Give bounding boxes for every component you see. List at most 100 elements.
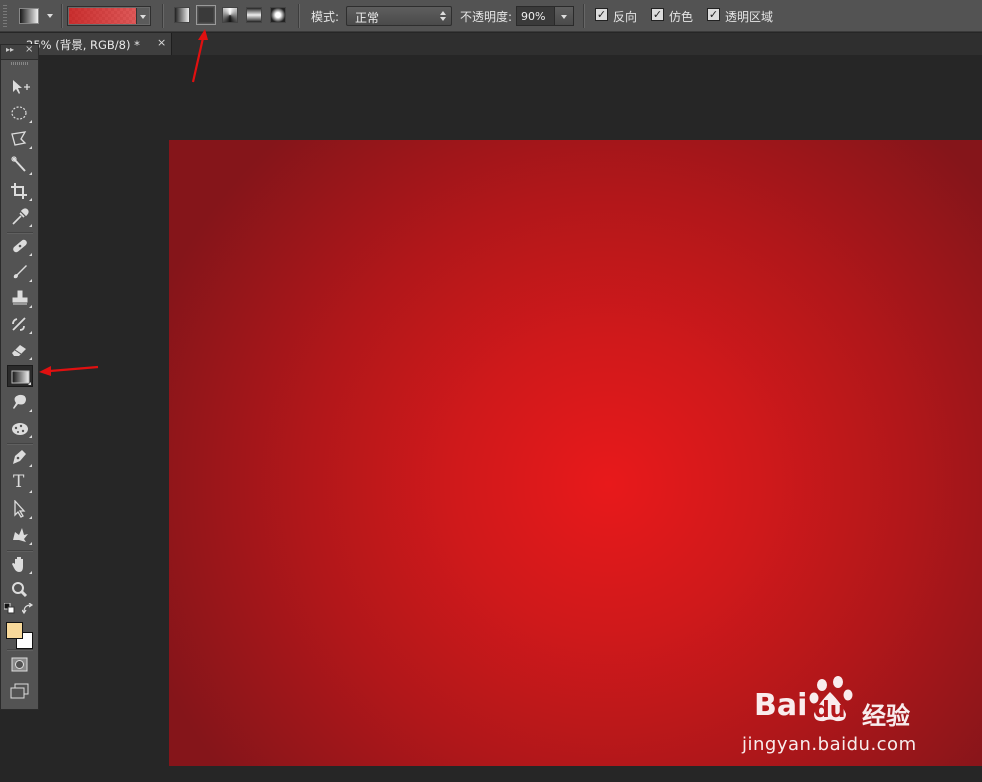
history-brush-icon <box>12 317 26 331</box>
move-tool[interactable] <box>7 76 33 98</box>
path-selection-icon <box>14 500 26 518</box>
close-tab-icon[interactable]: × <box>157 36 166 49</box>
path-selection-tool[interactable] <box>7 498 33 520</box>
more-tools-indicator <box>29 464 32 467</box>
options-bar: 模式: 正常 不透明度: ✓ 反向 ✓ 仿色 ✓ 透明区域 <box>0 0 982 32</box>
more-tools-indicator <box>29 435 32 438</box>
more-tools-indicator <box>29 172 32 175</box>
more-tools-indicator <box>29 409 32 412</box>
updown-icon <box>440 11 446 21</box>
checkmark-icon: ✓ <box>651 8 664 21</box>
eyedropper-tool[interactable] <box>7 206 33 228</box>
mode-select-value: 正常 <box>355 11 380 25</box>
document-tab-bar <box>40 33 982 55</box>
more-tools-indicator <box>29 198 32 201</box>
mode-label: 模式: <box>311 10 340 24</box>
toolbox-header: ▸▸ × <box>1 44 38 60</box>
opacity-slider-button[interactable] <box>554 7 573 25</box>
more-tools-indicator <box>29 516 32 519</box>
eraser-icon <box>12 345 26 356</box>
gradient-tool[interactable] <box>7 365 33 387</box>
move-icon <box>13 80 30 94</box>
divider <box>7 443 33 445</box>
diamond-gradient-button[interactable] <box>270 7 286 23</box>
default-colors-icon[interactable] <box>4 603 16 615</box>
pen-tool[interactable] <box>7 446 33 468</box>
more-tools-indicator <box>29 279 32 282</box>
document-tab-title: 25% (背景, RGB/8) * <box>26 38 140 52</box>
baidu-brand-right: du <box>814 698 846 723</box>
toolbox: ▸▸ × T <box>0 44 39 710</box>
more-tools-indicator <box>28 382 31 385</box>
more-tools-indicator <box>29 542 32 545</box>
dodge-tool[interactable] <box>7 417 33 439</box>
magic-wand-icon <box>11 156 26 172</box>
clone-stamp-tool[interactable] <box>7 287 33 309</box>
opacity-field <box>516 6 574 26</box>
reverse-label: 反向 <box>613 10 638 24</box>
screen-mode-icon[interactable] <box>10 683 30 699</box>
marquee-tool[interactable] <box>7 102 33 124</box>
more-tools-indicator <box>29 571 32 574</box>
zoom-tool[interactable] <box>7 579 33 601</box>
divider <box>162 4 164 28</box>
mode-select[interactable]: 正常 <box>346 6 452 26</box>
smudge-icon <box>13 394 26 409</box>
tool-preset-picker[interactable] <box>15 6 57 26</box>
brush-icon <box>13 265 27 279</box>
foreground-color-swatch[interactable] <box>6 622 23 639</box>
opacity-label: 不透明度: <box>460 10 513 24</box>
reflected-gradient-button[interactable] <box>246 7 262 23</box>
quick-mask-icon[interactable] <box>11 657 29 673</box>
brush-tool[interactable] <box>7 261 33 283</box>
divider <box>583 4 585 28</box>
baidu-brand-left: Bai <box>754 688 808 723</box>
radial-gradient-button[interactable] <box>196 5 216 25</box>
shape-tool[interactable] <box>7 524 33 546</box>
close-icon[interactable]: × <box>25 44 33 55</box>
transparency-label: 透明区域 <box>725 10 774 24</box>
more-tools-indicator <box>29 253 32 256</box>
more-tools-indicator <box>29 305 32 308</box>
dither-label: 仿色 <box>669 10 694 24</box>
elliptical-marquee-icon <box>11 106 27 120</box>
pen-icon <box>13 450 26 464</box>
blur-tool[interactable] <box>7 391 33 413</box>
more-tools-indicator <box>29 120 32 123</box>
lasso-tool[interactable] <box>7 128 33 150</box>
hand-tool[interactable] <box>7 553 33 575</box>
more-tools-indicator <box>29 224 32 227</box>
watermark-url: jingyan.baidu.com <box>742 734 917 755</box>
bandage-icon <box>13 239 27 253</box>
collapse-icon[interactable]: ▸▸ <box>6 45 14 54</box>
history-brush-tool[interactable] <box>7 313 33 335</box>
hand-icon <box>12 557 23 572</box>
divider <box>7 550 33 552</box>
healing-brush-tool[interactable] <box>7 235 33 257</box>
toolbox-grip[interactable] <box>11 62 29 65</box>
options-bar-grip[interactable] <box>3 5 7 27</box>
angle-gradient-button[interactable] <box>222 7 238 23</box>
opacity-input[interactable] <box>519 8 557 24</box>
jingyan-text: 经验 <box>862 702 910 730</box>
chevron-down-icon <box>47 14 53 18</box>
type-tool[interactable]: T <box>7 472 33 494</box>
stamp-icon <box>12 290 28 305</box>
magic-wand-tool[interactable] <box>7 154 33 176</box>
more-tools-indicator <box>29 331 32 334</box>
gradient-preview[interactable] <box>69 8 137 24</box>
checkmark-icon: ✓ <box>707 8 720 21</box>
crop-tool[interactable] <box>7 180 33 202</box>
divider <box>298 4 300 28</box>
divider <box>61 4 63 28</box>
gradient-tool-preset-icon <box>19 8 39 24</box>
more-tools-indicator <box>29 490 32 493</box>
eraser-tool[interactable] <box>7 339 33 361</box>
gradient-dropdown-button[interactable] <box>136 8 149 24</box>
linear-gradient-button[interactable] <box>174 7 190 23</box>
swap-colors-icon[interactable] <box>22 603 34 615</box>
more-tools-indicator <box>29 146 32 149</box>
gradient-picker[interactable] <box>67 6 151 26</box>
baidu-jingyan-watermark: Bai du 经验 jingyan.baidu.com <box>742 672 982 762</box>
zoom-icon <box>12 582 28 598</box>
